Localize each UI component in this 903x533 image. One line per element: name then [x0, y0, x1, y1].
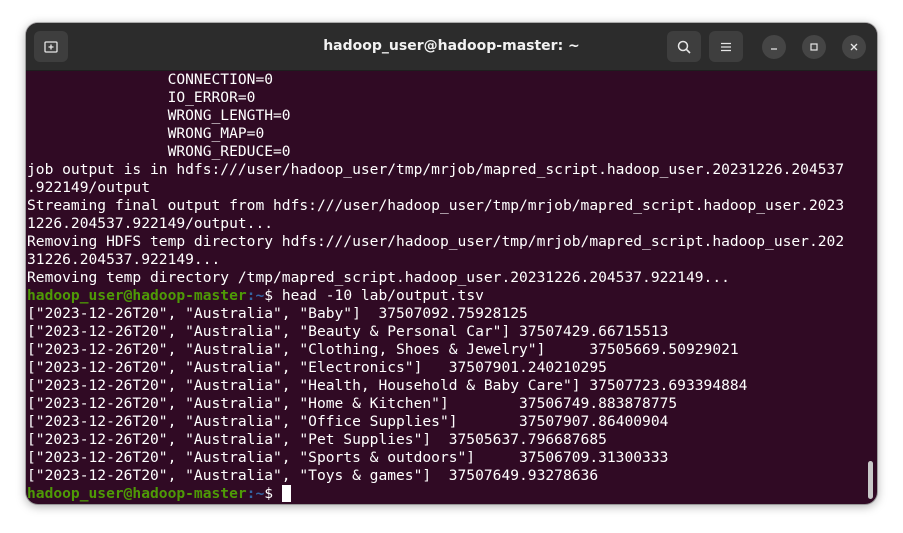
close-button[interactable] [842, 35, 866, 59]
output-line: CONNECTION=0 [27, 71, 274, 88]
prompt-user: hadoop_user@hadoop-master [27, 485, 247, 502]
output-line: Removing HDFS temp directory hdfs:///use… [27, 233, 845, 250]
prompt-user: hadoop_user@hadoop-master [27, 287, 247, 304]
prompt-symbol: $ [264, 485, 282, 502]
new-tab-button[interactable] [34, 31, 68, 62]
result-line: ["2023-12-26T20", "Australia", "Clothing… [27, 341, 739, 358]
result-line: ["2023-12-26T20", "Australia", "Home & K… [27, 395, 678, 412]
minimize-icon [771, 48, 777, 50]
scrollbar-thumb[interactable] [868, 461, 873, 499]
minimize-button[interactable] [762, 35, 786, 59]
terminal-window: hadoop_user@hadoop-master: ~ CONNECTION=… [26, 23, 877, 504]
result-line: ["2023-12-26T20", "Australia", "Sports &… [27, 449, 669, 466]
hamburger-menu-icon [721, 42, 731, 51]
title-bar[interactable]: hadoop_user@hadoop-master: ~ [26, 23, 877, 71]
search-icon [677, 40, 691, 54]
result-line: ["2023-12-26T20", "Australia", "Electron… [27, 359, 607, 376]
output-line: WRONG_REDUCE=0 [27, 143, 291, 160]
window-title: hadoop_user@hadoop-master: ~ [323, 38, 580, 54]
output-line: Removing temp directory /tmp/mapred_scri… [27, 269, 730, 286]
result-line: ["2023-12-26T20", "Australia", "Beauty &… [27, 323, 669, 340]
menu-button[interactable] [709, 31, 743, 62]
command-text: head -10 lab/output.tsv [281, 287, 484, 304]
output-line: 31226.204537.922149... [27, 251, 221, 268]
result-line: ["2023-12-26T20", "Australia", "Office S… [27, 413, 669, 430]
active-prompt-line[interactable]: hadoop_user@hadoop-master:~$ [27, 485, 291, 503]
output-line: Streaming final output from hdfs:///user… [27, 197, 845, 214]
result-line: ["2023-12-26T20", "Australia", "Health, … [27, 377, 748, 394]
output-line: job output is in hdfs:///user/hadoop_use… [27, 161, 845, 178]
search-button[interactable] [667, 31, 701, 62]
new-tab-icon [44, 40, 58, 53]
result-line: ["2023-12-26T20", "Australia", "Pet Supp… [27, 431, 607, 448]
output-line: IO_ERROR=0 [27, 89, 256, 106]
terminal-output[interactable]: CONNECTION=0 IO_ERROR=0 WRONG_LENGTH=0 W… [26, 71, 871, 504]
output-line: WRONG_LENGTH=0 [27, 107, 291, 124]
close-icon [850, 43, 858, 51]
result-line: ["2023-12-26T20", "Australia", "Baby"] 3… [27, 305, 528, 322]
output-line: WRONG_MAP=0 [27, 125, 265, 142]
result-line: ["2023-12-26T20", "Australia", "Toys & g… [27, 467, 599, 484]
maximize-icon [810, 43, 818, 51]
output-line: 1226.204537.922149/output... [27, 215, 274, 232]
prompt-path: :~ [246, 485, 265, 502]
command-line: hadoop_user@hadoop-master:~$ head -10 la… [27, 287, 484, 305]
output-line: .922149/output [27, 179, 151, 196]
prompt-symbol: $ [264, 287, 282, 304]
prompt-path: :~ [246, 287, 265, 304]
maximize-button[interactable] [802, 35, 826, 59]
text-cursor [281, 485, 291, 502]
